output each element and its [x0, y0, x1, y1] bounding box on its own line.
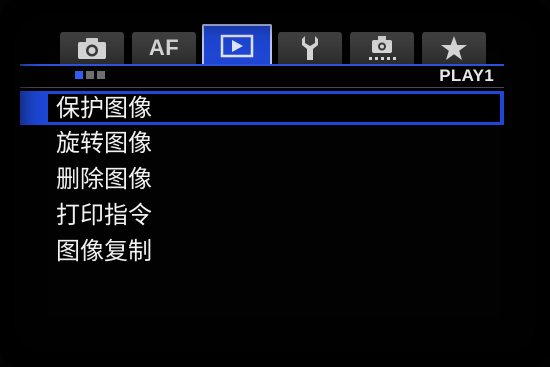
menu-item-erase-images[interactable]: 删除图像	[20, 161, 504, 197]
page-title: PLAY1	[439, 66, 494, 85]
menu-item-protect-images[interactable]: 保护图像	[20, 91, 504, 125]
tab-shooting[interactable]	[60, 32, 124, 64]
tab-playback[interactable]	[202, 24, 272, 65]
star-icon	[440, 35, 468, 61]
page-indicator-dot	[86, 71, 94, 79]
camera-dial-icon	[366, 34, 398, 62]
tab-setup[interactable]	[278, 32, 342, 64]
wrench-icon	[299, 34, 321, 62]
page-indicator-dot-current	[75, 71, 83, 79]
camera-menu-screen: AF PLAY1 保护图像 旋转图像 删除图像 打印指令 图像复制	[0, 0, 550, 367]
menu-tab-bar: AF	[26, 24, 506, 65]
play-icon	[220, 34, 254, 58]
list-top-divider	[20, 87, 504, 88]
menu-item-label: 删除图像	[56, 165, 152, 193]
tab-my-menu[interactable]	[422, 32, 486, 64]
tab-af[interactable]: AF	[132, 32, 196, 64]
menu-item-image-copy[interactable]: 图像复制	[20, 233, 504, 269]
tab-underline	[20, 64, 504, 66]
menu-item-label: 保护图像	[56, 94, 152, 122]
menu-item-label: 打印指令	[56, 201, 152, 229]
tab-custom-functions[interactable]	[350, 32, 414, 64]
menu-item-print-order[interactable]: 打印指令	[20, 197, 504, 233]
menu-item-rotate-image[interactable]: 旋转图像	[20, 125, 504, 161]
page-indicator-dot	[97, 71, 105, 79]
menu-item-label: 旋转图像	[56, 129, 152, 157]
menu-list: 保护图像 旋转图像 删除图像 打印指令 图像复制	[20, 91, 504, 269]
page-indicator	[75, 71, 105, 79]
camera-icon	[76, 35, 108, 61]
menu-item-label: 图像复制	[56, 237, 152, 265]
tab-af-label: AF	[148, 35, 180, 60]
